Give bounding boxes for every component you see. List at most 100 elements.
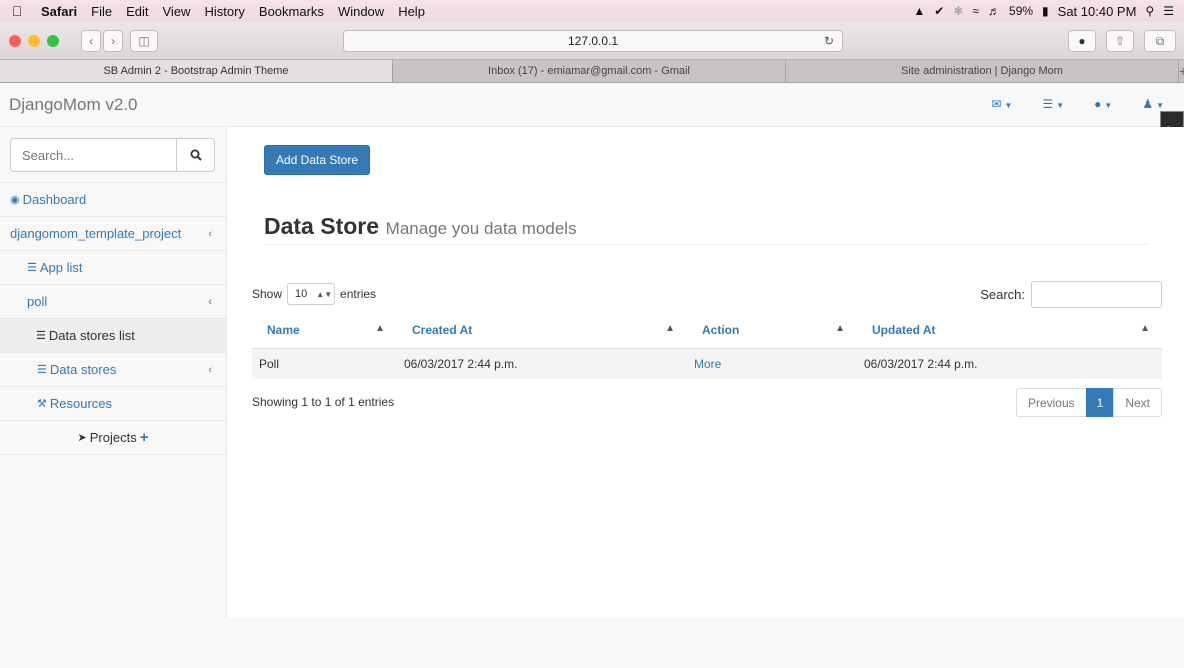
menu-help[interactable]: Help [391,4,432,19]
address-bar[interactable]: 127.0.0.1 ↻ [343,30,843,52]
sidebar-search-button[interactable] [176,139,214,171]
user-dropdown[interactable]: ♟ ▼ [1142,97,1164,111]
address-url: 127.0.0.1 [567,34,619,48]
column-header-label: Name [267,323,300,338]
chevron-down-icon: ▼ [1156,101,1164,110]
chevron-left-icon: ‹ [208,295,212,308]
column-header-name[interactable]: Name ▲ [252,313,397,349]
sidebar-item-projects[interactable]: ➤ Projects + [0,421,226,455]
sidebar-search-input[interactable] [11,139,171,171]
pagination: Previous 1 Next [1015,388,1162,417]
sidebar-item-resources[interactable]: ⚒ Resources [0,387,226,421]
page-title: Data Store [264,213,380,239]
sidebar-item-data-stores[interactable]: ☰ Data stores ‹ [0,353,226,387]
close-window-icon[interactable] [9,35,21,47]
forward-button[interactable]: › [103,30,123,52]
browser-toolbar: ‹ › ◫ 127.0.0.1 ↻ ● ⇧ ⧉ [0,22,1184,60]
extension-button[interactable]: ● [1068,30,1096,52]
tab-sb-admin[interactable]: SB Admin 2 - Bootstrap Admin Theme [0,60,393,82]
sidebar-item-dashboard[interactable]: ◉ Dashboard [0,183,226,217]
column-header-action[interactable]: Action ▲︎ [687,313,857,349]
menubar-clock[interactable]: Sat 10:40 PM [1058,4,1137,19]
menu-view[interactable]: View [156,4,198,19]
previous-page-button[interactable]: Previous [1015,388,1087,417]
wrench-icon: ⚒ [37,398,47,410]
show-label: Show [252,287,283,301]
navbar-icons: ✉ ▼ ☰ ▼ ● ▼ ♟ ▼ [991,97,1164,111]
app-navbar: DjangoMom v2.0 ✉ ▼ ☰ ▼ ● ▼ ♟ ▼ [0,83,1184,127]
chevron-down-icon: ▼ [1056,101,1065,110]
more-link[interactable]: More [687,348,857,379]
add-data-store-button[interactable]: Add Data Store [264,145,370,175]
macos-menubar:  Safari File Edit View History Bookmark… [0,0,1184,22]
menu-edit[interactable]: Edit [119,4,155,19]
page-subtitle: Manage you data models [385,219,577,238]
add-project-icon[interactable]: + [140,429,149,446]
apple-menu-icon[interactable]:  [0,3,34,19]
volume-icon[interactable]: ♬ [988,4,1000,18]
table-search-input[interactable] [1031,281,1162,308]
drive-icon[interactable]: ▲ [913,4,925,18]
chevron-down-icon: ▼ [1104,101,1113,110]
checkmark-circle-icon[interactable]: ✔ [934,4,944,18]
page-1-button[interactable]: 1 [1085,388,1115,417]
menu-file[interactable]: File [84,4,119,19]
menubar-status-area: ▲ ✔ ✱ ≈ ♬ 59% ▮ Sat 10:40 PM ⚲ ☰ [913,4,1184,19]
chevron-down-icon: ▼ [1004,101,1013,110]
sort-icon: ▲︎ [665,323,675,334]
menu-history[interactable]: History [197,4,251,19]
sidebar-search-group [10,138,215,172]
entries-select[interactable]: 10 ▲▼ [287,283,336,305]
sidebar-item-app-list[interactable]: ☰ App list [0,251,226,285]
chevron-left-icon: ‹ [208,227,212,240]
share-button[interactable]: ⇧ [1106,30,1134,52]
messages-dropdown[interactable]: ✉ ▼ [991,97,1012,111]
column-header-label: Action [702,323,740,338]
tasks-dropdown[interactable]: ☰ ▼ [1042,97,1064,111]
wifi-icon[interactable]: ≈ [972,4,979,18]
notification-center-icon[interactable]: ☰ [1163,4,1174,18]
next-page-button[interactable]: Next [1113,388,1162,417]
reload-icon[interactable]: ↻ [824,31,834,51]
sidebar-item-label: Projects [89,430,137,445]
sidebar-item-poll[interactable]: poll ‹ [0,285,226,319]
table-row: Poll 06/03/2017 2:44 p.m. More 06/03/201… [252,348,1162,379]
chevron-left-icon: ‹ [208,363,212,376]
menu-app-name[interactable]: Safari [34,4,84,19]
sidebar-toggle-button[interactable]: ◫ [130,30,158,52]
sidebar-item-label: Data stores list [48,328,135,343]
page-header: Data Store Manage you data models [264,213,1149,245]
sort-asc-icon: ▲ [375,323,385,334]
database-icon: ☰ [37,364,47,376]
sidebar-item-data-stores-list[interactable]: ☰ Data stores list [0,319,226,353]
page-bottom-area [0,618,1184,668]
search-icon [190,149,202,161]
minimize-window-icon[interactable] [28,35,40,47]
tab-gmail[interactable]: Inbox (17) - emiamar@gmail.com - Gmail [393,60,786,82]
sidebar-item-label: Resources [49,396,113,411]
back-button[interactable]: ‹ [81,30,101,52]
dashboard-icon: ◉ [10,194,20,206]
tabs-overview-button[interactable]: ⧉ [1144,30,1176,52]
tasks-icon: ☰ [1042,97,1054,111]
column-header-updated-at[interactable]: Updated At ▲︎ [857,313,1162,349]
spotlight-icon[interactable]: ⚲ [1145,4,1154,18]
list-icon: ☰ [36,330,46,342]
cell-name: Poll [252,348,397,379]
battery-icon[interactable]: ▮ [1042,4,1049,18]
table-search-label: Search: [980,287,1025,302]
tab-django-admin[interactable]: Site administration | Django Mom [786,60,1179,82]
menu-bookmarks[interactable]: Bookmarks [252,4,331,19]
sidebar-item-label: djangomom_template_project [10,226,182,241]
paper-plane-icon: ➤ [77,432,87,444]
new-tab-button[interactable]: + [1179,60,1184,82]
bluetooth-icon[interactable]: ✱ [953,4,963,18]
app-brand[interactable]: DjangoMom v2.0 [9,95,138,115]
bell-icon: ● [1094,97,1102,111]
menu-window[interactable]: Window [331,4,391,19]
list-icon: ☰ [27,262,37,274]
zoom-window-icon[interactable] [47,35,59,47]
alerts-dropdown[interactable]: ● ▼ [1094,97,1112,111]
sidebar-item-project[interactable]: djangomom_template_project ‹ [0,217,226,251]
column-header-created-at[interactable]: Created At ▲︎ [397,313,687,349]
